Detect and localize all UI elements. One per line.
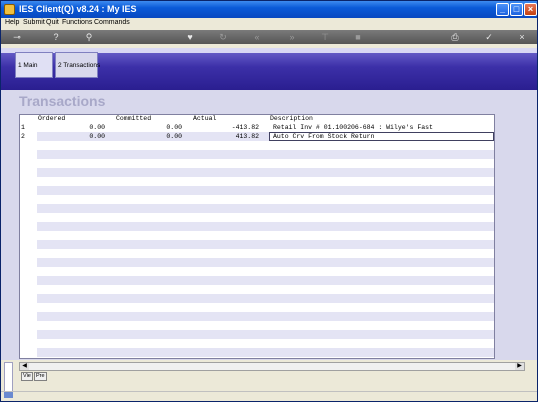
printer-icon[interactable]: ⎙ — [450, 32, 460, 42]
menu-submit[interactable]: Submit — [23, 19, 45, 26]
cell-actual: 413.82 — [235, 133, 259, 140]
table-row[interactable] — [37, 321, 494, 330]
cell-actual: -413.82 — [231, 124, 259, 131]
column-header-description: Description — [270, 115, 313, 122]
tab-transactions[interactable]: 2 Transactions — [55, 52, 101, 78]
table-row[interactable] — [37, 312, 494, 321]
table-row[interactable] — [37, 141, 494, 150]
table-row[interactable] — [37, 267, 494, 276]
table-row[interactable] — [37, 177, 494, 186]
table-row[interactable] — [37, 240, 494, 249]
heart-icon[interactable]: ♥ — [185, 32, 195, 42]
table-row[interactable] — [37, 276, 494, 285]
tab-transactions-label: 2 Transactions — [58, 62, 101, 69]
search-icon[interactable]: ⚲ — [84, 32, 94, 42]
table-row[interactable] — [37, 249, 494, 258]
rewind-icon[interactable]: « — [252, 32, 262, 42]
menu-commands[interactable]: Commands — [94, 19, 130, 26]
row-number-column — [20, 123, 36, 358]
divider-icon: ⊤ — [321, 32, 329, 42]
table-row[interactable] — [37, 204, 494, 213]
table-row[interactable] — [37, 294, 494, 303]
side-panel-strip[interactable] — [4, 362, 13, 392]
horizontal-scrollbar[interactable]: ◀ ▶ — [19, 362, 525, 371]
minimize-button[interactable]: _ — [496, 3, 509, 16]
menu-help[interactable]: Help — [5, 19, 19, 26]
table-row[interactable] — [37, 213, 494, 222]
status-indicator — [4, 392, 13, 398]
refresh-icon[interactable]: ↻ — [218, 32, 228, 42]
table-row[interactable] — [37, 303, 494, 312]
table-row[interactable]: 0.00 0.00 -413.82 Retail Inv # 01.100206… — [37, 123, 494, 132]
scroll-left-icon[interactable]: ◀ — [20, 363, 29, 370]
table-row[interactable] — [37, 186, 494, 195]
scroll-right-icon[interactable]: ▶ — [515, 363, 524, 370]
window-title: IES Client(Q) v8.24 : My IES — [19, 4, 137, 14]
tab-view[interactable]: Vie — [21, 372, 33, 381]
table-row[interactable] — [37, 258, 494, 267]
close-icon[interactable]: × — [517, 32, 527, 42]
table-row[interactable] — [37, 339, 494, 348]
column-header-ordered: Ordered — [38, 115, 66, 122]
column-header-actual: Actual — [193, 115, 217, 122]
table-row[interactable] — [37, 150, 494, 159]
tab-pre[interactable]: Pre — [34, 372, 47, 381]
title-bar: IES Client(Q) v8.24 : My IES _ □ × — [1, 1, 537, 18]
toolbar: ⊸ ? ⚲ ♥ ↻ « » ⊤ ■ ⎙ ✓ × — [1, 30, 537, 44]
maximize-button[interactable]: □ — [510, 3, 523, 16]
help-icon[interactable]: ? — [51, 32, 61, 42]
cell-committed: 0.00 — [166, 124, 182, 131]
menu-quit[interactable]: Quit — [46, 19, 59, 26]
cell-description: Retail Inv # 01.100206-684 : Wilye's Fas… — [273, 124, 433, 131]
menu-bar: Help Submit Quit Functions Commands — [1, 18, 537, 30]
page-title: Transactions — [19, 93, 106, 109]
table-row[interactable] — [37, 159, 494, 168]
check-icon[interactable]: ✓ — [484, 32, 494, 42]
cell-description-editor[interactable]: Auto Crv From Stock Return — [269, 132, 494, 141]
tab-main-label: 1 Main — [18, 62, 38, 69]
table-row[interactable] — [37, 348, 494, 357]
menu-functions[interactable]: Functions — [62, 19, 92, 26]
app-window: IES Client(Q) v8.24 : My IES _ □ × Help … — [0, 0, 538, 402]
tab-main[interactable]: 1 Main — [15, 52, 53, 78]
fast-forward-icon[interactable]: » — [287, 32, 297, 42]
app-icon — [4, 4, 15, 15]
key-icon[interactable]: ⊸ — [9, 32, 25, 42]
table-row[interactable] — [37, 231, 494, 240]
cell-ordered: 0.00 — [89, 124, 105, 131]
table-row[interactable]: 0.00 0.00 413.82 Auto Crv From Stock Ret… — [37, 132, 494, 141]
close-button[interactable]: × — [524, 3, 537, 16]
row-number: 2 — [21, 133, 25, 140]
table-row[interactable] — [37, 285, 494, 294]
cell-committed: 0.00 — [166, 133, 182, 140]
status-bar — [1, 391, 537, 401]
row-number: 1 — [21, 124, 25, 131]
table-row[interactable] — [37, 222, 494, 231]
table-row[interactable] — [37, 195, 494, 204]
stop-icon[interactable]: ■ — [353, 32, 363, 42]
column-header-committed: Committed — [116, 115, 152, 122]
table-row[interactable] — [37, 330, 494, 339]
cell-ordered: 0.00 — [89, 133, 105, 140]
table-row[interactable] — [37, 168, 494, 177]
